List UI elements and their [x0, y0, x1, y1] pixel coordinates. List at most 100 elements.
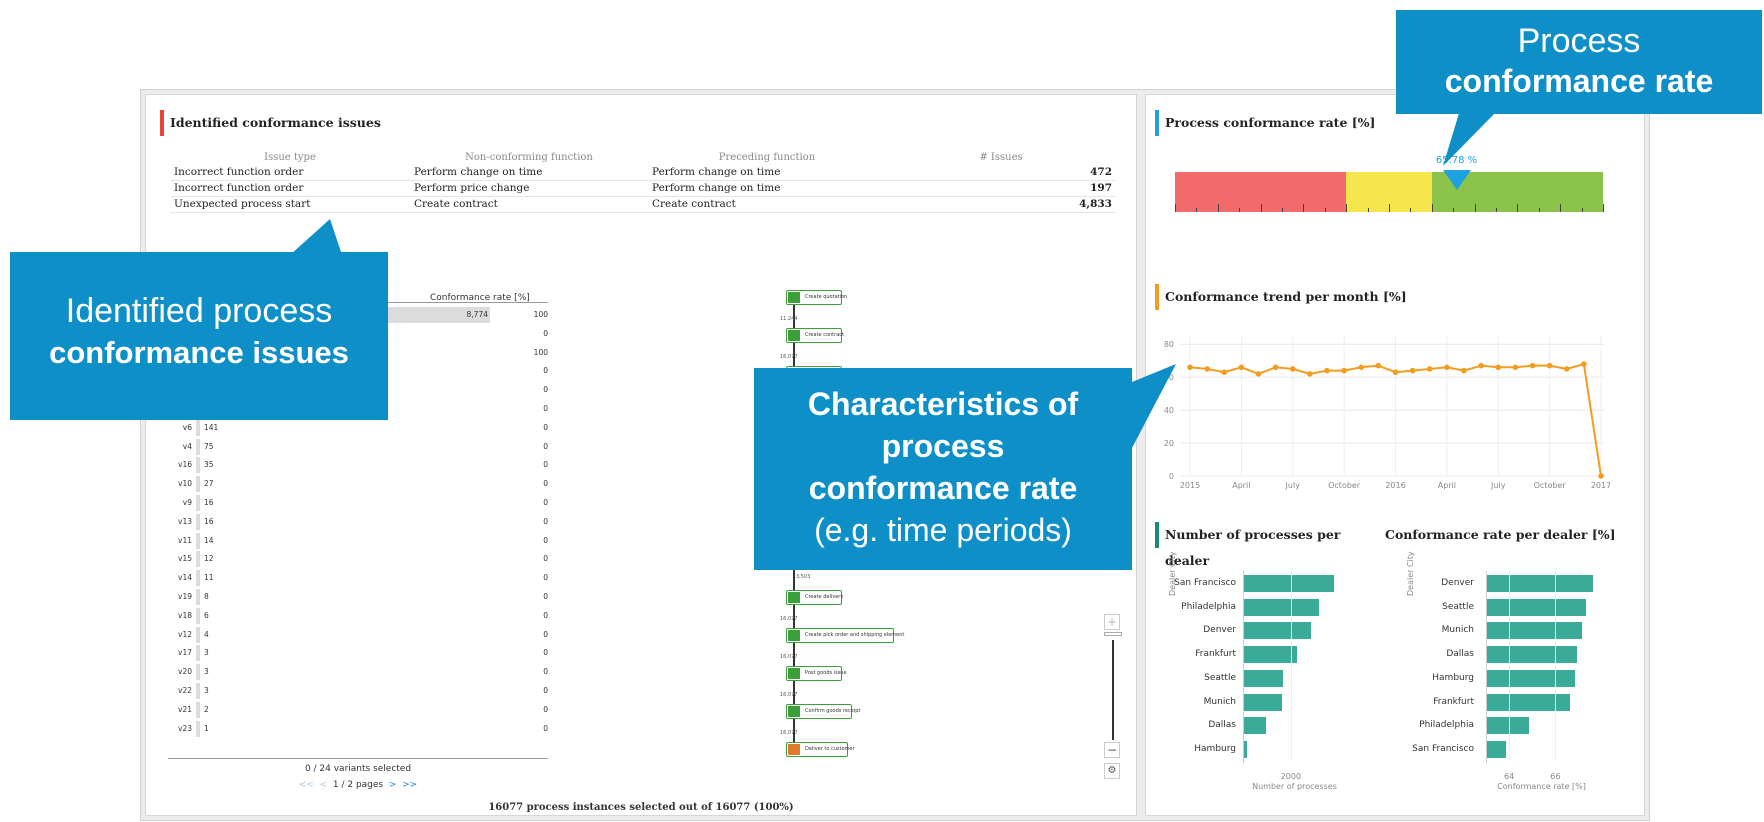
pager-next-button[interactable]: > [389, 780, 397, 790]
trend-point[interactable] [1341, 367, 1347, 374]
dealer-bar[interactable] [1487, 598, 1587, 616]
dealer-bar[interactable] [1244, 740, 1247, 758]
variant-row[interactable]: v22 3 0 [168, 682, 548, 701]
variant-row[interactable]: v15 12 0 [168, 550, 548, 569]
trend-point[interactable] [1221, 369, 1228, 376]
issue-row[interactable]: Unexpected process start Create contract C… [170, 196, 1116, 213]
dealer-y-axis-label: Dealer City [1168, 551, 1177, 596]
trend-point[interactable] [1187, 364, 1193, 371]
variant-row[interactable]: v16 35 0 [168, 456, 548, 475]
zoom-in-button[interactable]: + [1104, 614, 1120, 630]
col-issue-type[interactable]: Issue type [170, 150, 410, 164]
flow-node[interactable]: Confirm goods receipt [786, 704, 860, 719]
trend-point[interactable] [1307, 371, 1313, 377]
dealer-bar[interactable] [1244, 622, 1311, 640]
variant-count: 6 [204, 610, 209, 620]
flow-edge-label: 16,077 [780, 354, 798, 360]
zoom-out-button[interactable]: − [1104, 742, 1120, 758]
variant-row[interactable]: v19 8 0 [168, 588, 548, 607]
trend-point[interactable] [1272, 364, 1279, 371]
variant-row[interactable]: v11 14 0 [168, 532, 548, 551]
trend-point[interactable] [1392, 369, 1399, 376]
variant-row[interactable]: v18 6 0 [168, 607, 548, 626]
dealer-bar[interactable] [1244, 717, 1267, 735]
flow-node[interactable]: Create pick order and shipping element [786, 628, 904, 643]
trend-point[interactable] [1204, 366, 1210, 372]
dealer-bar[interactable] [1244, 669, 1283, 687]
issues-section-title: Identified conformance issues [160, 110, 560, 136]
trend-point[interactable] [1289, 366, 1296, 372]
variant-row[interactable]: v10 27 0 [168, 475, 548, 494]
flow-node[interactable]: Create quotation [786, 290, 847, 305]
flow-node[interactable]: Post goods issue [786, 666, 847, 681]
variant-row[interactable]: v14 11 0 [168, 569, 548, 588]
dealer-bar[interactable] [1487, 740, 1506, 758]
gauge-tick [1282, 208, 1283, 212]
flow-node-label: Create pick order and shipping element [805, 632, 905, 638]
dealer-bar[interactable] [1487, 717, 1529, 735]
dealer-bar[interactable] [1487, 575, 1594, 592]
variant-rate: 0 [543, 704, 548, 714]
variant-rate: 0 [543, 366, 548, 376]
col-preceding-function[interactable]: Preceding function [648, 150, 886, 164]
trend-point[interactable] [1444, 364, 1450, 371]
flow-node[interactable]: Create delivery [786, 590, 843, 605]
dealer-bar[interactable] [1487, 646, 1578, 664]
dealer-bar[interactable] [1244, 598, 1320, 616]
dealer-bar[interactable] [1244, 575, 1335, 592]
trend-point[interactable] [1409, 367, 1416, 374]
issue-count-cell: 197 [886, 180, 1116, 197]
dealer-category-label: Philadelphia [1181, 601, 1236, 612]
trend-point[interactable] [1358, 364, 1365, 371]
trend-point[interactable] [1529, 362, 1536, 369]
issue-row[interactable]: Incorrect function order Perform change o… [170, 164, 1116, 181]
flow-node-label: Confirm goods receipt [805, 708, 861, 714]
col-non-conforming-function[interactable]: Non-conforming function [410, 150, 648, 164]
trend-point[interactable] [1495, 364, 1502, 371]
variant-name: v9 [182, 497, 192, 507]
variant-row[interactable]: v9 16 0 [168, 494, 548, 513]
trend-x-tick: April [1438, 481, 1456, 490]
variant-row[interactable]: v23 1 0 [168, 720, 548, 739]
dealer-bar[interactable] [1244, 646, 1297, 664]
dealer-bar[interactable] [1487, 693, 1571, 711]
trend-point[interactable] [1478, 362, 1484, 369]
trend-point[interactable] [1461, 367, 1467, 374]
variant-row[interactable]: v4 75 0 [168, 438, 548, 457]
flow-node[interactable]: Deliver to customer [786, 742, 855, 757]
dealer-bar[interactable] [1487, 622, 1582, 640]
issue-type-cell: Incorrect function order [170, 180, 410, 197]
trend-point[interactable] [1598, 473, 1604, 479]
col-issue-count[interactable]: # Issues [886, 150, 1116, 164]
zoom-slider-handle[interactable] [1104, 632, 1122, 636]
pager-last-button[interactable]: >> [402, 780, 417, 790]
variant-row[interactable]: v17 3 0 [168, 644, 548, 663]
dealer-x-tick: 66 [1550, 772, 1561, 781]
trend-point[interactable] [1238, 364, 1245, 371]
trend-point[interactable] [1546, 362, 1553, 369]
dealer-bar[interactable] [1487, 669, 1575, 687]
issue-row[interactable]: Incorrect function order Perform price ch… [170, 180, 1116, 197]
trend-point[interactable] [1324, 367, 1330, 374]
trend-point[interactable] [1255, 371, 1262, 377]
variant-rate: 0 [543, 667, 548, 677]
flow-node-icon [788, 706, 800, 717]
gauge-tick [1260, 204, 1262, 212]
flow-node[interactable]: Create contract [786, 328, 844, 343]
variant-row[interactable]: v20 3 0 [168, 663, 548, 682]
pager-prev-button[interactable]: < [320, 780, 328, 790]
gauge-tick [1303, 204, 1305, 212]
variant-row[interactable]: v13 16 0 [168, 513, 548, 532]
variant-row[interactable]: v12 4 0 [168, 626, 548, 645]
variant-row[interactable]: v21 2 0 [168, 701, 548, 720]
trend-point[interactable] [1563, 366, 1570, 372]
zoom-settings-button[interactable]: ⚙ [1104, 763, 1120, 779]
zoom-slider-track[interactable] [1112, 640, 1114, 740]
trend-point[interactable] [1426, 366, 1433, 372]
dealer-bar[interactable] [1244, 693, 1283, 711]
variant-row[interactable]: v6 141 0 [168, 419, 548, 438]
trend-point[interactable] [1581, 361, 1587, 367]
trend-point[interactable] [1512, 364, 1519, 371]
trend-point[interactable] [1375, 362, 1382, 369]
pager-first-button[interactable]: << [299, 780, 314, 790]
